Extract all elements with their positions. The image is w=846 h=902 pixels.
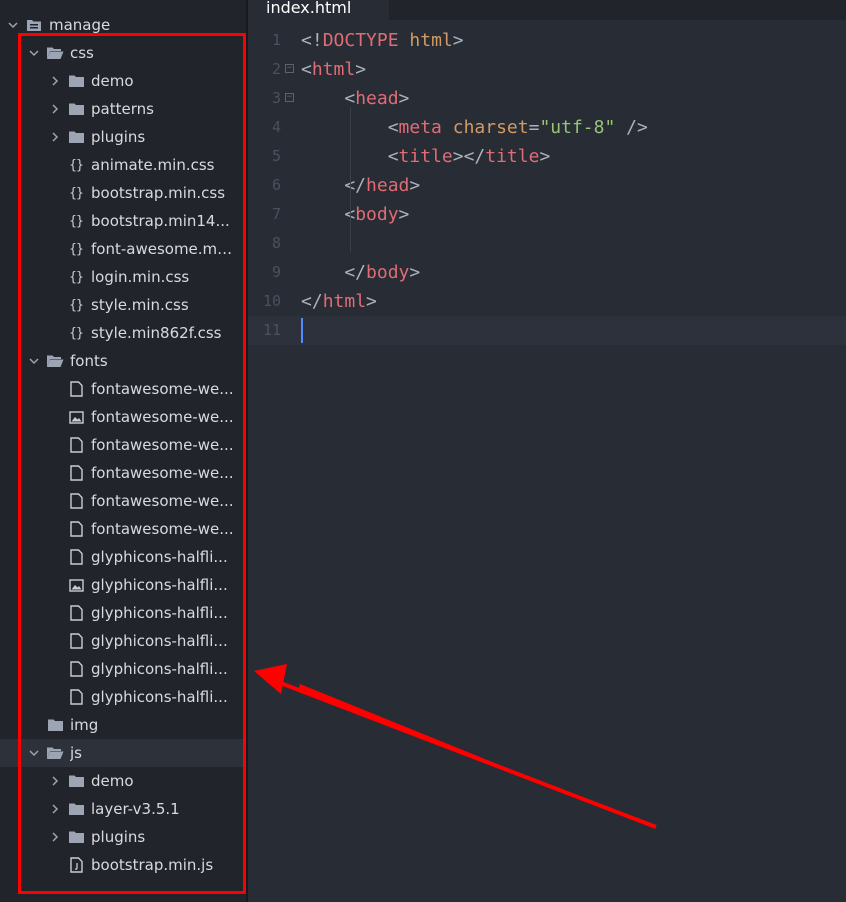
- code-token: html: [409, 30, 453, 51]
- line-number: 7: [271, 205, 281, 223]
- code-line[interactable]: 4 <meta charset="utf-8" />: [248, 113, 846, 142]
- tree-root-label: manage: [49, 16, 111, 34]
- code-token: </: [301, 262, 367, 283]
- code-token: >: [366, 291, 377, 312]
- annotation-highlight-box: [18, 33, 246, 894]
- code-line[interactable]: 8: [248, 229, 846, 258]
- indent-guide: [350, 223, 351, 252]
- code-editor[interactable]: 1 <!DOCTYPE html> 2− <html> 3− <head> 4 <meta…: [248, 20, 846, 902]
- folder-open-icon: [24, 17, 44, 33]
- code-text: <head>: [301, 84, 409, 113]
- code-token: "utf-8": [539, 117, 616, 138]
- code-text: </head>: [301, 171, 420, 200]
- line-number: 6: [271, 176, 281, 194]
- code-token: =: [528, 117, 540, 138]
- line-number: 3: [271, 89, 281, 107]
- code-line[interactable]: 2− <html>: [248, 55, 846, 84]
- code-token: body: [366, 262, 410, 283]
- code-token: <: [301, 204, 356, 225]
- chevron-down-icon[interactable]: [6, 20, 20, 30]
- tab-label: index.html: [266, 0, 352, 17]
- code-text: <body>: [301, 200, 409, 229]
- code-token: title: [485, 146, 540, 167]
- code-token: </: [301, 291, 323, 312]
- code-token: >: [409, 262, 421, 283]
- line-number: 5: [271, 147, 281, 165]
- code-text: </body>: [301, 258, 420, 287]
- fold-toggle-icon[interactable]: −: [285, 93, 294, 102]
- code-line[interactable]: 7 <body>: [248, 200, 846, 229]
- code-text: <title></title>: [301, 142, 551, 171]
- code-token: />: [615, 117, 648, 138]
- line-number: 1: [271, 31, 281, 49]
- code-token: <: [301, 59, 312, 80]
- line-number: 4: [271, 118, 281, 136]
- code-token: >: [409, 175, 421, 196]
- code-token: head: [355, 88, 399, 109]
- code-token: charset: [452, 117, 529, 138]
- code-line[interactable]: 10 </html>: [248, 287, 846, 316]
- code-token: >: [355, 59, 367, 80]
- code-token: >: [398, 88, 410, 109]
- code-token: >: [452, 30, 464, 51]
- code-token: </: [301, 175, 367, 196]
- code-token: <!: [301, 30, 323, 51]
- line-number: 11: [262, 321, 281, 339]
- code-token: <: [301, 88, 356, 109]
- code-token: head: [366, 175, 410, 196]
- code-text: <meta charset="utf-8" />: [301, 113, 648, 142]
- code-line[interactable]: 6 </head>: [248, 171, 846, 200]
- line-number: 10: [262, 292, 281, 310]
- fold-toggle-icon[interactable]: −: [285, 64, 294, 73]
- code-line[interactable]: 3− <head>: [248, 84, 846, 113]
- code-token: meta: [398, 117, 442, 138]
- text-cursor: [301, 318, 303, 343]
- code-token: DOCTYPE: [322, 30, 399, 51]
- code-token: >: [398, 204, 410, 225]
- code-text: </html>: [301, 287, 377, 316]
- tab-index-html[interactable]: index.html: [248, 0, 389, 20]
- code-text: <!DOCTYPE html>: [301, 26, 464, 55]
- code-line[interactable]: 1 <!DOCTYPE html>: [248, 26, 846, 55]
- code-token: body: [355, 204, 399, 225]
- code-line[interactable]: 9 </body>: [248, 258, 846, 287]
- code-token: >: [539, 146, 551, 167]
- code-token: title: [398, 146, 453, 167]
- code-text: <html>: [301, 55, 366, 84]
- line-number: 2: [271, 60, 281, 78]
- code-line[interactable]: 11: [248, 316, 846, 345]
- code-token: ></: [452, 146, 486, 167]
- code-token: html: [311, 59, 356, 80]
- code-line[interactable]: 5 <title></title>: [248, 142, 846, 171]
- code-token: html: [322, 291, 367, 312]
- line-number: 8: [271, 234, 281, 252]
- line-number: 9: [271, 263, 281, 281]
